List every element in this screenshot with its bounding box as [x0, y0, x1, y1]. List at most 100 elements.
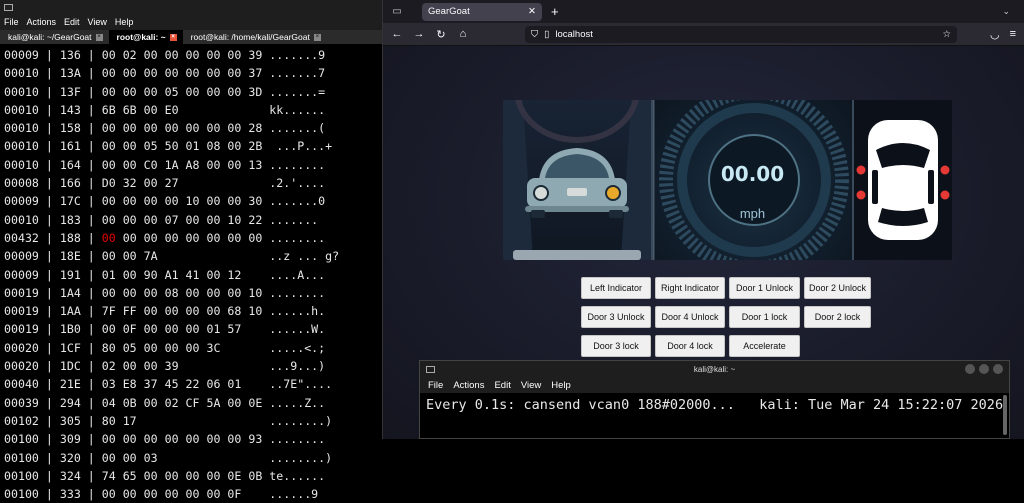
frame-delta: 00009	[4, 194, 39, 209]
frame-delta: 00010	[4, 84, 39, 99]
menu-file[interactable]: File	[428, 380, 443, 391]
frame-delta: 00009	[4, 48, 39, 62]
menu-icon[interactable]: ≡	[1010, 28, 1016, 41]
frame-bytes: 00 00 00 00 00 00 0F	[101, 487, 263, 502]
can-id: 333	[59, 487, 81, 502]
frame-ascii: ........	[269, 157, 326, 172]
browser-tab-geargoat[interactable]: GearGoat ✕	[422, 2, 542, 21]
frame-delta: 00010	[4, 139, 39, 154]
close-icon[interactable]: ×	[95, 33, 103, 41]
close-icon[interactable]: ×	[313, 33, 321, 41]
can-id: 13A	[59, 66, 81, 81]
menu-actions[interactable]: Actions	[453, 380, 484, 391]
chevron-down-icon[interactable]: ⌄	[1002, 6, 1010, 17]
can-frame-row: 00010 | 183 | 00 00 00 07 00 00 10 22 ..…	[4, 211, 380, 229]
can-id: 294	[59, 395, 81, 410]
door-4-lock-button[interactable]: Door 4 lock	[655, 335, 725, 357]
back-icon[interactable]: ←	[391, 28, 403, 40]
tab-label: kali@kali: ~/GearGoat	[8, 32, 92, 42]
door-3-unlock-button[interactable]: Door 3 Unlock	[581, 306, 651, 328]
door-1-lock-button[interactable]: Door 1 lock	[729, 306, 800, 328]
frame-bytes: 02 00 00 39	[101, 359, 263, 374]
frame-ascii: .......7	[269, 66, 326, 81]
can-frame-row: 00019 | 1AA | 7F FF 00 00 00 00 68 10 ..…	[4, 302, 380, 320]
frame-bytes: 74 65 00 00 00 00 0E 0B	[101, 468, 263, 483]
can-id: 18E	[59, 249, 81, 264]
browser-navbar: ← → ↻ ⌂ ⛉ ▯ localhost ☆ ◡ ≡	[383, 23, 1024, 46]
forward-icon[interactable]: →	[413, 28, 425, 40]
close-icon[interactable]: ×	[169, 33, 177, 41]
frame-ascii: .....Z..	[269, 395, 326, 410]
frame-bytes: 6B 6B 00 E0	[101, 102, 263, 117]
menu-actions[interactable]: Actions	[27, 17, 57, 27]
menu-view[interactable]: View	[88, 17, 107, 27]
can-id: 158	[59, 121, 81, 136]
frame-ascii: .2.'....	[269, 176, 326, 191]
frame-delta: 00009	[4, 267, 39, 282]
frame-bytes: 04 0B 00 02 CF 5A 00 0E	[101, 395, 263, 410]
frame-ascii: .......	[269, 212, 319, 227]
terminal-tab-root[interactable]: root@kali: ~ ×	[108, 30, 183, 44]
door-1-unlock-button[interactable]: Door 1 Unlock	[729, 277, 800, 299]
terminal-icon	[4, 3, 13, 11]
new-tab-icon[interactable]: +	[551, 4, 559, 19]
can-id: 161	[59, 139, 81, 154]
frame-delta: 00100	[4, 450, 39, 465]
frame-delta: 00009	[4, 249, 39, 264]
frame-delta: 00010	[4, 157, 39, 172]
pocket-icon[interactable]: ◡	[990, 28, 1000, 41]
minimize-icon[interactable]	[965, 364, 975, 374]
right-indicator-button[interactable]: Right Indicator	[655, 277, 725, 299]
can-frame-row: 00020 | 1DC | 02 00 00 39 ...9...)	[4, 357, 380, 375]
frame-delta: 00020	[4, 340, 39, 355]
door-2-unlock-button[interactable]: Door 2 Unlock	[804, 277, 871, 299]
menu-help[interactable]: Help	[551, 380, 571, 391]
frame-bytes: 00 00 00 00 10 00 00 30	[101, 194, 263, 209]
menu-help[interactable]: Help	[115, 17, 134, 27]
frame-delta: 00020	[4, 359, 39, 374]
maximize-icon[interactable]	[979, 364, 989, 374]
can-frame-row: 00010 | 164 | 00 00 C0 1A A8 00 00 13 ..…	[4, 156, 380, 174]
bookmark-star-icon[interactable]: ☆	[942, 29, 951, 40]
url-bar[interactable]: ⛉ ▯ localhost ☆	[525, 25, 957, 43]
browser-tabstrip: ▭ GearGoat ✕ + ⌄	[383, 0, 1024, 23]
can-id: 143	[59, 102, 81, 117]
home-icon[interactable]: ⌂	[457, 28, 469, 40]
frame-delta: 00019	[4, 322, 39, 337]
door-2-lock-button[interactable]: Door 2 lock	[804, 306, 871, 328]
window-title: kali@kali: ~	[693, 364, 736, 374]
can-id: 1B0	[59, 322, 81, 337]
can-id: 1CF	[59, 340, 81, 355]
reload-icon[interactable]: ↻	[435, 28, 447, 41]
menu-view[interactable]: View	[521, 380, 541, 391]
tab-label: root@kali: ~	[116, 32, 166, 42]
terminal-titlebar	[0, 0, 382, 14]
can-frame-row: 00010 | 161 | 00 00 05 50 01 08 00 2B ..…	[4, 137, 380, 155]
left-indicator-button[interactable]: Left Indicator	[581, 277, 651, 299]
frame-bytes: 00 00 00 00 00 00 00 93	[101, 432, 263, 447]
terminal-tabs: kali@kali: ~/GearGoat × root@kali: ~ × r…	[0, 30, 382, 44]
url-text[interactable]: localhost	[555, 29, 936, 40]
shield-icon[interactable]: ⛉	[531, 29, 538, 40]
close-icon[interactable]	[993, 364, 1003, 374]
can-frame-row: 00100 | 309 | 00 00 00 00 00 00 00 93 ..…	[4, 430, 380, 448]
can-frame-row: 00100 | 333 | 00 00 00 00 00 00 0F .....…	[4, 485, 380, 503]
scrollbar[interactable]	[1003, 395, 1007, 435]
terminal-tab-geargoat[interactable]: kali@kali: ~/GearGoat ×	[0, 30, 109, 44]
tab-list-icon[interactable]: ▭	[383, 0, 411, 23]
can-id: 166	[59, 176, 81, 191]
frame-ascii: te......	[269, 468, 326, 483]
frame-delta: 00010	[4, 121, 39, 136]
frame-ascii: ..z ... g?	[269, 249, 340, 264]
close-icon[interactable]: ✕	[528, 6, 536, 17]
door-4-unlock-button[interactable]: Door 4 Unlock	[655, 306, 725, 328]
terminal-tab-root-geargoat[interactable]: root@kali: /home/kali/GearGoat ×	[183, 30, 327, 44]
accelerate-button[interactable]: Accelerate	[729, 335, 800, 357]
menu-file[interactable]: File	[4, 17, 19, 27]
frame-ascii: .......9	[269, 48, 326, 62]
frame-bytes: 00 00 05 50 01 08 00 2B	[101, 139, 263, 154]
menu-edit[interactable]: Edit	[64, 17, 80, 27]
door-3-lock-button[interactable]: Door 3 lock	[581, 335, 651, 357]
menu-edit[interactable]: Edit	[494, 380, 510, 391]
frame-delta: 00019	[4, 304, 39, 319]
